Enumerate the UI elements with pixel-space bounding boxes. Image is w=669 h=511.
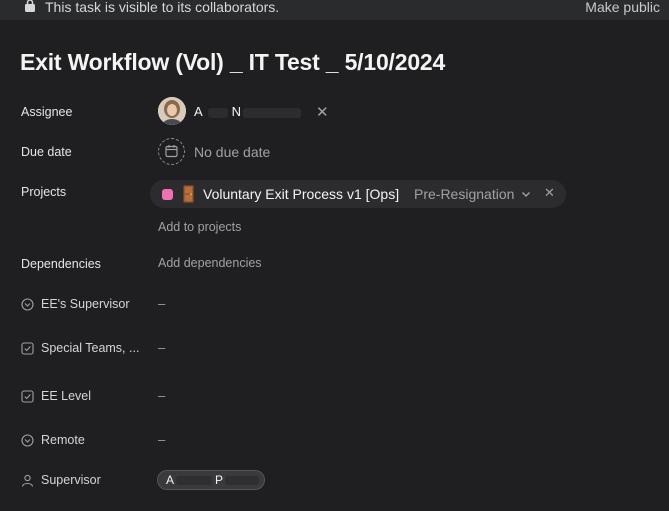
assignee-name[interactable]: A N — [194, 104, 301, 119]
add-to-projects-button[interactable]: Add to projects — [158, 220, 241, 234]
due-date-picker[interactable] — [158, 138, 185, 165]
field-remote-label: Remote — [41, 433, 85, 447]
assignee-label: Assignee — [21, 105, 73, 119]
dropdown-circle-icon — [21, 298, 34, 311]
redacted-block — [176, 476, 212, 485]
assignee-second: N — [231, 104, 241, 119]
lock-icon — [25, 0, 35, 12]
due-date-value[interactable]: No due date — [194, 144, 270, 160]
field-ee-level-value[interactable]: – — [158, 388, 165, 403]
project-color-swatch — [162, 189, 173, 200]
projects-label: Projects — [21, 185, 67, 199]
field-supervisor-label: Supervisor — [41, 473, 101, 487]
door-icon — [183, 185, 194, 203]
supervisor-token[interactable]: A P — [157, 470, 265, 490]
redacted-block — [207, 107, 228, 118]
project-pill[interactable]: Voluntary Exit Process v1 [Ops] Pre-Resi… — [150, 180, 566, 208]
task-title[interactable]: Exit Workflow (Vol) _ IT Test _ 5/10/202… — [20, 49, 445, 76]
assignee-initial: A — [194, 104, 202, 119]
project-name[interactable]: Voluntary Exit Process v1 [Ops] — [203, 186, 399, 202]
supervisor-initial: A — [166, 473, 175, 487]
visibility-banner: This task is visible to its collaborator… — [0, 0, 669, 20]
make-public-button[interactable]: Make public — [585, 0, 660, 15]
redacted-block — [242, 107, 301, 118]
field-ee-supervisor-value[interactable]: – — [158, 296, 165, 311]
supervisor-second: P — [215, 473, 224, 487]
calendar-icon — [165, 145, 178, 158]
field-ee-level-label: EE Level — [41, 389, 92, 403]
checkbox-icon — [21, 342, 34, 355]
dropdown-circle-icon — [21, 434, 34, 447]
project-section[interactable]: Pre-Resignation — [414, 186, 514, 202]
field-remote-value[interactable]: – — [158, 432, 165, 447]
field-special-teams-value[interactable]: – — [158, 340, 165, 355]
visibility-message: This task is visible to its collaborator… — [45, 0, 280, 15]
field-ee-supervisor-label: EE's Supervisor — [41, 297, 130, 311]
remove-project-icon[interactable]: ✕ — [544, 185, 555, 201]
checkbox-icon — [21, 390, 34, 403]
add-dependencies-button[interactable]: Add dependencies — [158, 256, 262, 270]
field-special-teams-label: Special Teams, ... — [41, 341, 140, 355]
avatar[interactable] — [158, 97, 186, 125]
remove-assignee-icon[interactable]: ✕ — [316, 103, 329, 121]
due-date-label: Due date — [21, 145, 72, 159]
person-icon — [21, 474, 34, 487]
chevron-down-icon[interactable] — [521, 189, 531, 199]
redacted-block — [225, 476, 259, 485]
dependencies-label: Dependencies — [21, 257, 101, 271]
